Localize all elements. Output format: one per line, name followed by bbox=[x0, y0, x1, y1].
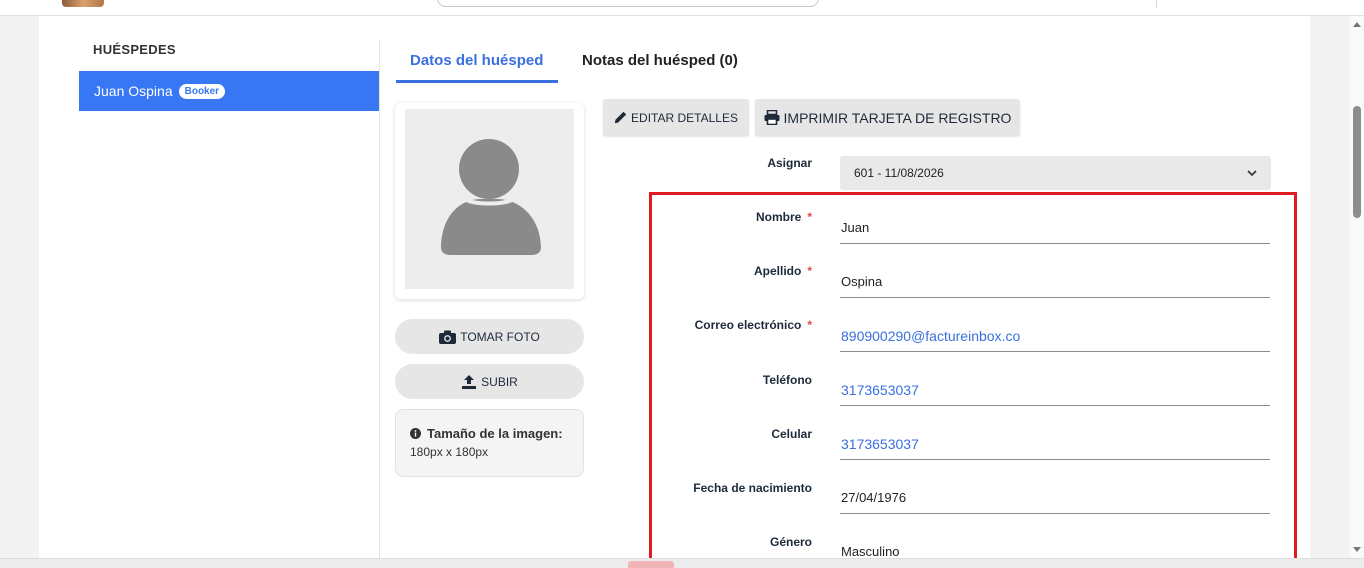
image-size-title-row: Tamaño de la imagen: bbox=[410, 426, 569, 441]
booker-badge: Booker bbox=[178, 83, 226, 99]
bottom-indicator bbox=[628, 561, 674, 568]
assign-value: 601 - 11/08/2026 bbox=[854, 166, 944, 180]
email-label: Correo electrónico * bbox=[694, 318, 812, 332]
assign-label: Asignar bbox=[767, 156, 812, 170]
guest-list-item[interactable]: Juan Ospina Booker bbox=[79, 71, 379, 111]
info-icon bbox=[410, 428, 421, 439]
upload-icon bbox=[462, 374, 477, 389]
pencil-icon bbox=[614, 111, 627, 124]
page-scrollbar[interactable] bbox=[1350, 16, 1364, 558]
required-mark: * bbox=[807, 318, 812, 332]
upload-label: SUBIR bbox=[481, 374, 518, 389]
user-avatar[interactable] bbox=[62, 0, 104, 7]
gender-label: Género bbox=[769, 535, 812, 549]
guest-card: HUÉSPEDES Juan Ospina Booker Datos del h… bbox=[39, 16, 1310, 568]
image-size-value: 180px x 180px bbox=[410, 445, 489, 459]
phone-field[interactable]: 3173653037 bbox=[840, 372, 1270, 406]
edit-details-button[interactable]: EDITAR DETALLES bbox=[603, 99, 749, 136]
first-name-label: Nombre * bbox=[755, 210, 812, 224]
image-size-info: Tamaño de la imagen: 180px x 180px bbox=[395, 409, 584, 477]
panel-divider bbox=[379, 40, 380, 560]
take-photo-label: TOMAR FOTO bbox=[460, 329, 540, 344]
email-field[interactable]: 890900290@factureinbox.co bbox=[840, 318, 1270, 352]
required-mark: * bbox=[807, 210, 812, 224]
tab-guest-data[interactable]: Datos del huésped bbox=[410, 52, 543, 69]
last-name-label: Apellido * bbox=[753, 264, 812, 278]
mobile-field[interactable]: 3173653037 bbox=[840, 426, 1270, 460]
printer-icon bbox=[764, 110, 780, 125]
assign-select[interactable]: 601 - 11/08/2026 bbox=[840, 156, 1271, 190]
top-search-input[interactable] bbox=[437, 0, 819, 7]
top-divider bbox=[1156, 0, 1157, 8]
tab-guest-notes[interactable]: Notas del huésped (0) bbox=[582, 52, 738, 69]
upload-button[interactable]: SUBIR bbox=[395, 364, 584, 399]
scroll-thumb[interactable] bbox=[1353, 106, 1361, 218]
user-silhouette-icon bbox=[441, 139, 541, 255]
chevron-down-icon bbox=[1247, 169, 1257, 176]
guest-name: Juan Ospina bbox=[94, 83, 173, 99]
birthdate-label: Fecha de nacimiento bbox=[693, 481, 812, 495]
phone-label: Teléfono bbox=[762, 373, 812, 387]
mobile-label: Celular bbox=[771, 427, 812, 441]
scroll-up-arrow-icon[interactable] bbox=[1353, 22, 1361, 27]
scroll-down-arrow-icon[interactable] bbox=[1353, 547, 1361, 552]
photo-frame bbox=[395, 103, 584, 299]
camera-icon bbox=[439, 330, 457, 344]
required-mark: * bbox=[807, 264, 812, 278]
last-name-field[interactable]: Ospina bbox=[840, 264, 1270, 298]
bottom-bar bbox=[0, 558, 1364, 568]
tab-active-indicator bbox=[396, 80, 558, 83]
guests-title: HUÉSPEDES bbox=[93, 42, 176, 57]
print-registration-button[interactable]: IMPRIMIR TARJETA DE REGISTRO bbox=[755, 99, 1020, 136]
edit-details-label: EDITAR DETALLES bbox=[631, 110, 738, 125]
first-name-field[interactable]: Juan bbox=[840, 210, 1270, 244]
image-size-title: Tamaño de la imagen: bbox=[427, 426, 563, 441]
birthdate-field[interactable]: 27/04/1976 bbox=[840, 480, 1270, 514]
photo-placeholder bbox=[405, 109, 574, 289]
print-registration-label: IMPRIMIR TARJETA DE REGISTRO bbox=[783, 109, 1012, 126]
take-photo-button[interactable]: TOMAR FOTO bbox=[395, 319, 584, 354]
